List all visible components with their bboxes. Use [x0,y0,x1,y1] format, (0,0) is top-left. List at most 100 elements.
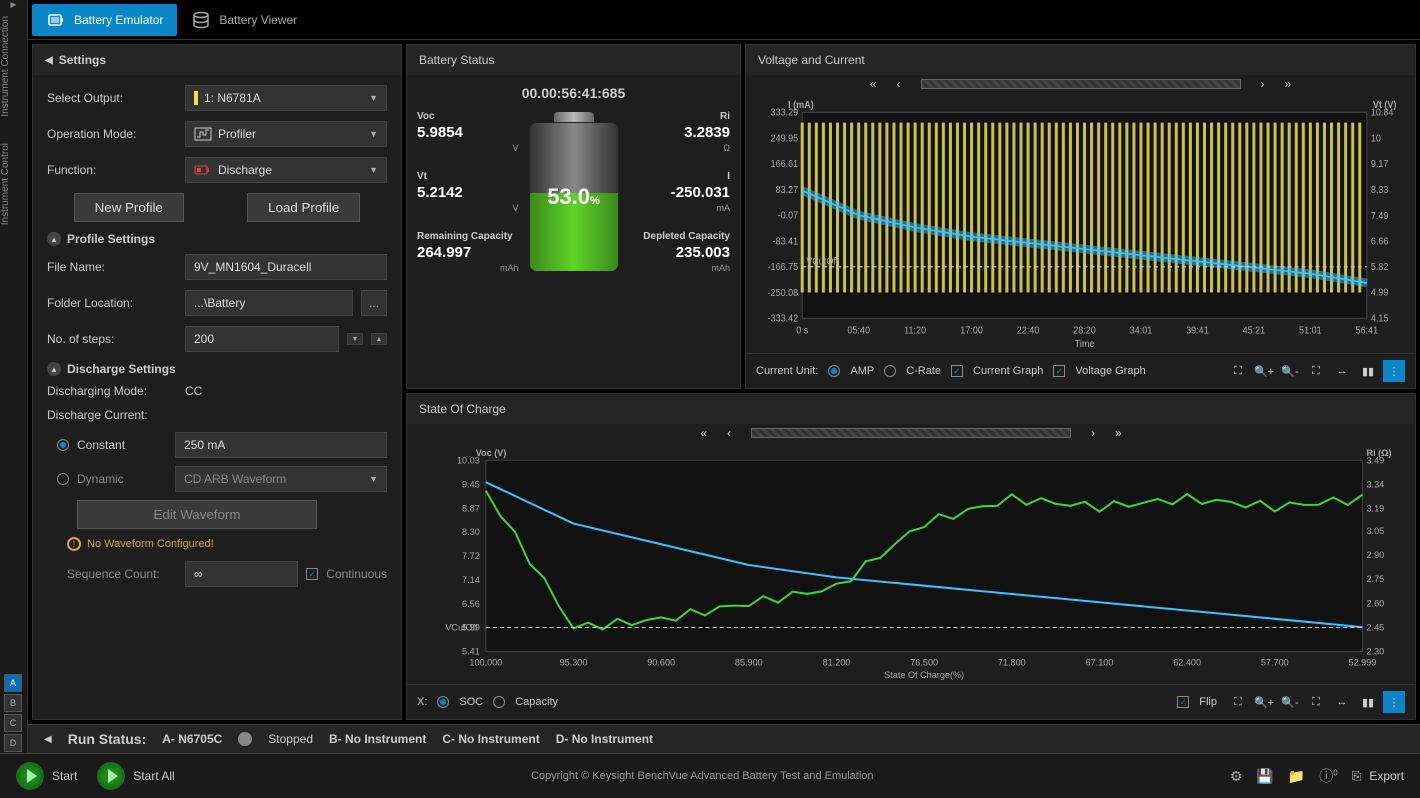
rail-connection[interactable]: Instrument Connection [0,8,11,125]
vc-chart-area[interactable]: I (mA)Vt (V)333.29249.95166.6183.27-0.07… [746,93,1415,353]
continuous-checkbox[interactable]: ✓ [306,568,318,580]
nav-scrollbar[interactable] [751,428,1071,438]
browse-button[interactable]: ... [361,290,387,316]
svg-text:State Of Charge(%): State Of Charge(%) [884,670,964,680]
svg-text:34:01: 34:01 [1130,325,1153,336]
op-mode-dropdown[interactable]: Profiler ▼ [185,121,387,147]
rail-control[interactable]: Instrument Control [0,135,11,233]
zoom-in-icon[interactable]: 🔍+ [1253,360,1275,382]
nav-prev-icon[interactable]: ‹ [897,77,901,91]
folder-icon[interactable]: 📁 [1288,768,1305,785]
rail-box-b[interactable]: B [4,694,22,712]
svg-text:6.66: 6.66 [1371,236,1389,247]
zoom-area-icon[interactable]: ⛶ [1227,360,1249,382]
i-label: I [671,171,730,182]
battery-icon [46,10,66,30]
marker-icon[interactable]: ▮▮ [1357,691,1379,713]
file-name-input[interactable]: 9V_MN1604_Duracell [185,254,387,280]
rail-box-a[interactable]: A [4,674,22,692]
start-all-button[interactable]: Start All [97,762,174,790]
expand-x-icon[interactable]: ↔ [1331,691,1353,713]
tab-battery-viewer[interactable]: Battery Viewer [177,4,311,36]
soc-radio[interactable] [437,696,449,708]
zoom-in-icon[interactable]: 🔍+ [1253,691,1275,713]
more-icon[interactable]: ⋮ [1383,691,1405,713]
discharge-settings-header[interactable]: ▲ Discharge Settings [47,362,387,376]
discharge-current-label: Discharge Current: [47,408,177,422]
svg-text:57.700: 57.700 [1261,658,1289,668]
fit-icon[interactable]: ⛶ [1305,360,1327,382]
nav-scrollbar[interactable] [921,79,1241,89]
nav-next-icon[interactable]: › [1091,426,1095,440]
voltage-graph-checkbox[interactable]: ✓ [1053,365,1065,377]
voc-unit: V [417,143,519,153]
discharging-mode-value: CC [185,384,202,398]
constant-value-input[interactable]: 250 mA [175,432,387,458]
capacity-radio-label: Capacity [515,696,558,708]
ri-label: Ri [684,111,730,122]
svg-text:VCutOff: VCutOff [445,623,478,633]
nav-last-icon[interactable]: » [1285,77,1292,91]
new-profile-button[interactable]: New Profile [74,193,184,222]
dynamic-dropdown[interactable]: CD ARB Waveform ▼ [175,466,387,492]
dynamic-radio[interactable] [57,473,69,485]
profile-settings-header[interactable]: ▲ Profile Settings [47,232,387,246]
capacity-radio[interactable] [493,696,505,708]
svg-text:7.49: 7.49 [1371,210,1389,221]
more-icon[interactable]: ⋮ [1383,360,1405,382]
fit-icon[interactable]: ⛶ [1305,691,1327,713]
nav-first-icon[interactable]: « [870,77,877,91]
tab-battery-emulator[interactable]: Battery Emulator [32,4,177,36]
crate-radio[interactable] [884,365,896,377]
color-swatch-icon [194,91,198,105]
settings-header[interactable]: ◀ Settings [33,45,401,75]
folder-input[interactable]: ...\Battery [185,290,353,316]
svg-text:7.72: 7.72 [462,551,480,561]
zoom-out-icon[interactable]: 🔍- [1279,360,1301,382]
export-button[interactable]: ⎘ Export [1352,769,1404,784]
nav-next-icon[interactable]: › [1261,77,1265,91]
load-profile-button[interactable]: Load Profile [247,193,360,222]
svg-text:28:20: 28:20 [1073,325,1096,336]
discharge-settings-label: Discharge Settings [67,362,176,376]
start-button[interactable]: Start [16,762,77,790]
svg-text:3.19: 3.19 [1367,503,1385,513]
svg-text:10.84: 10.84 [1371,107,1394,118]
file-name-label: File Name: [47,260,177,274]
voltage-current-pane: Voltage and Current « ‹ › » I (mA)Vt (V)… [745,44,1416,389]
steps-spinner-up[interactable]: ▲ [371,333,387,345]
expand-x-icon[interactable]: ↔ [1331,360,1353,382]
nav-prev-icon[interactable]: ‹ [727,426,731,440]
svg-text:2.75: 2.75 [1367,574,1385,584]
nav-last-icon[interactable]: » [1115,426,1122,440]
seq-count-input[interactable]: ∞ [185,561,298,587]
notification-icon[interactable]: ⓘ0 [1319,766,1337,786]
marker-icon[interactable]: ▮▮ [1357,360,1379,382]
rail-box-c[interactable]: C [4,714,22,732]
chevron-left-icon[interactable]: ◀ [44,734,52,745]
soc-chart-area[interactable]: Voc (V)Ri (Ω)10.039.458.878.307.727.146.… [407,442,1415,684]
svg-text:-0.07: -0.07 [778,210,799,221]
ri-unit: Ω [684,143,730,153]
settings-title: Settings [59,53,106,67]
function-dropdown[interactable]: Discharge ▼ [185,157,387,183]
current-graph-checkbox[interactable]: ✓ [951,365,963,377]
edit-waveform-button[interactable]: Edit Waveform [77,500,317,529]
zoom-out-icon[interactable]: 🔍- [1279,691,1301,713]
gear-icon[interactable]: ⚙ [1230,768,1243,785]
save-icon[interactable]: 💾 [1256,768,1273,785]
amp-radio[interactable] [828,365,840,377]
rail-box-d[interactable]: D [4,734,22,752]
flip-checkbox[interactable]: ✓ [1177,696,1189,708]
nav-first-icon[interactable]: « [700,426,707,440]
select-output-dropdown[interactable]: 1: N6781A ▼ [185,85,387,111]
soc-pane: State Of Charge « ‹ › » Voc (V)Ri (Ω)10.… [406,393,1416,720]
steps-spinner[interactable]: ▼ [347,333,363,345]
svg-text:9.17: 9.17 [1371,159,1389,170]
depleted-unit: mAh [643,263,730,273]
steps-input[interactable]: 200 [185,326,339,352]
run-d: D- No Instrument [556,732,653,746]
zoom-area-icon[interactable]: ⛶ [1227,691,1249,713]
constant-radio[interactable] [57,439,69,451]
rail-instrument-boxes: A B C D [0,673,27,753]
